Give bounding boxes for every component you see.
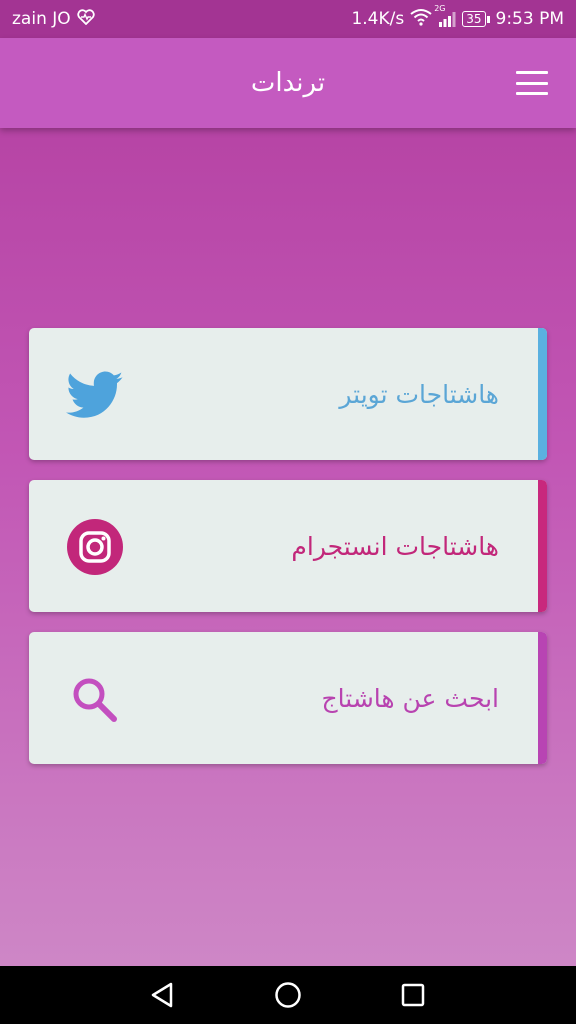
battery-icon: 35 xyxy=(462,11,486,27)
carrier-name: zain JO xyxy=(12,9,71,29)
app-bar: ترندات xyxy=(0,38,576,128)
status-left: zain JO xyxy=(12,9,95,29)
card-accent xyxy=(538,480,547,612)
back-triangle-icon[interactable] xyxy=(145,977,181,1013)
clock: 9:53 PM xyxy=(495,9,565,29)
system-nav-bar xyxy=(0,966,576,1024)
home-circle-icon[interactable] xyxy=(270,977,306,1013)
twitter-hashtags-card[interactable]: هاشتاجات تويتر xyxy=(29,328,547,460)
status-right: 1.4K/s 2G 35 9:53 PM xyxy=(351,4,565,31)
battery-level: 35 xyxy=(466,12,482,26)
recents-square-icon[interactable] xyxy=(395,977,431,1013)
instagram-icon xyxy=(66,518,124,576)
card-label: ابحث عن هاشتاج xyxy=(321,683,499,713)
signal-icon: 2G xyxy=(434,4,456,28)
health-heart-icon xyxy=(76,9,95,29)
search-icon xyxy=(66,670,124,728)
card-accent xyxy=(538,632,547,764)
card-accent xyxy=(538,328,547,460)
network-type: 2G xyxy=(434,4,446,13)
wifi-icon xyxy=(410,8,432,31)
instagram-hashtags-card[interactable]: هاشتاجات انستجرام xyxy=(29,480,547,612)
hamburger-menu-icon[interactable] xyxy=(516,71,548,95)
network-speed: 1.4K/s xyxy=(351,9,405,29)
search-hashtag-card[interactable]: ابحث عن هاشتاج xyxy=(29,632,547,764)
twitter-bird-icon xyxy=(66,366,124,424)
status-bar: zain JO 1.4K/s 2G 35 9:53 PM xyxy=(0,0,576,38)
card-label: هاشتاجات انستجرام xyxy=(291,531,499,561)
battery-tip xyxy=(486,15,490,23)
card-label: هاشتاجات تويتر xyxy=(339,379,499,409)
page-title: ترندات xyxy=(250,68,326,98)
